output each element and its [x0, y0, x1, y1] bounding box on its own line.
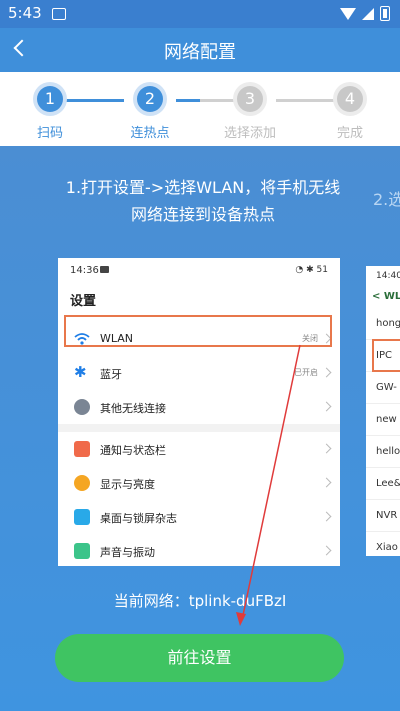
arrow-line [241, 344, 301, 621]
pointer-arrow [236, 344, 301, 626]
arrow-head [236, 612, 246, 626]
